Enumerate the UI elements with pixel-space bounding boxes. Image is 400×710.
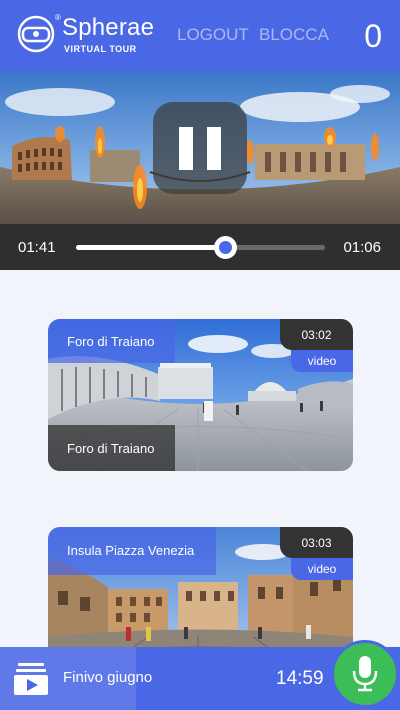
seek-bar[interactable] <box>76 236 325 259</box>
counter-badge: 0 <box>364 18 382 54</box>
seek-bar-fill <box>76 245 226 250</box>
video-card-foro-di-traiano[interactable]: Foro di Traiano Foro di Traiano 03:02 vi… <box>48 319 353 471</box>
clock: 14:59 <box>276 668 324 689</box>
card-title: Insula Piazza Venezia <box>48 527 216 575</box>
microphone-icon <box>352 656 378 692</box>
remaining-time: 01:06 <box>343 239 381 256</box>
card-duration: 03:02 <box>280 319 353 350</box>
card-subtitle: Foro di Traiano <box>48 425 175 471</box>
vr-headset-logo-icon <box>17 15 55 53</box>
video-player[interactable] <box>0 72 400 224</box>
brand-subtitle: VIRTUAL TOUR <box>64 44 137 54</box>
card-title: Foro di Traiano <box>48 319 175 363</box>
now-playing-title: Finivo giugno <box>63 669 153 686</box>
playlist-video-icon[interactable] <box>14 661 48 695</box>
elapsed-time: 01:41 <box>18 239 56 256</box>
brand-name: Spherae <box>62 14 155 41</box>
app-header: ® Spherae VIRTUAL TOUR LOGOUT BLOCCA 0 <box>0 0 400 72</box>
card-type-badge: video <box>291 558 353 580</box>
card-duration: 03:03 <box>280 527 353 558</box>
playback-controls: 01:41 01:06 <box>0 224 400 270</box>
seek-bar-thumb[interactable] <box>214 236 238 259</box>
brand-registered-mark: ® <box>55 13 61 22</box>
pause-icon-bar <box>207 127 221 170</box>
block-link[interactable]: BLOCCA <box>259 25 329 45</box>
microphone-button[interactable] <box>331 640 399 708</box>
logout-link[interactable]: LOGOUT <box>177 25 249 45</box>
pause-button[interactable] <box>153 102 247 194</box>
card-type-badge: video <box>291 350 353 372</box>
pause-icon-bar <box>179 127 193 170</box>
